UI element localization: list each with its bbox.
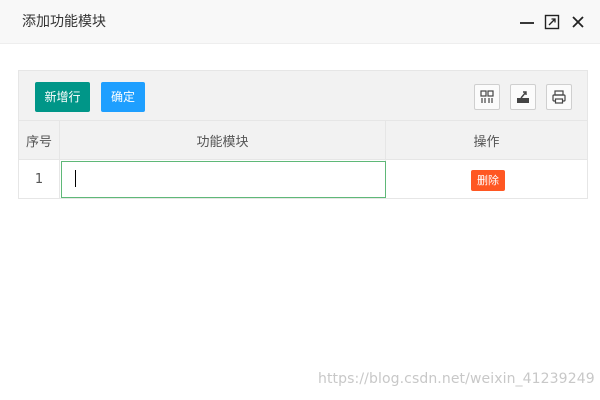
confirm-button[interactable]: 确定 — [101, 82, 145, 112]
maximize-icon[interactable] — [544, 14, 560, 30]
module-input[interactable] — [61, 161, 386, 198]
columns-icon[interactable] — [474, 84, 500, 110]
export-icon[interactable] — [510, 84, 536, 110]
dialog-title: 添加功能模块 — [22, 14, 106, 30]
add-row-button[interactable]: 新增行 — [35, 82, 90, 112]
column-header-index: 序号 — [19, 121, 60, 159]
watermark: https://blog.csdn.net/weixin_41239249 — [318, 371, 595, 387]
column-header-actions: 操作 — [473, 134, 500, 150]
delete-button[interactable]: 删除 — [471, 170, 505, 191]
print-icon[interactable] — [546, 84, 572, 110]
row-index: 1 — [19, 160, 60, 198]
table-header: 序号 功能模块 操作 — [19, 121, 587, 160]
table-row: 1 删除 — [19, 160, 587, 198]
close-icon[interactable] — [570, 14, 586, 30]
text-caret — [75, 170, 76, 187]
table-panel: 新增行 确定 序号 功能模块 操作 1 删除 — [18, 70, 588, 199]
column-header-module: 功能模块 — [60, 121, 386, 159]
minimize-icon[interactable] — [519, 14, 535, 30]
table-toolbar: 新增行 确定 — [19, 71, 587, 121]
dialog-titlebar: 添加功能模块 — [0, 0, 600, 44]
module-cell — [60, 160, 386, 198]
